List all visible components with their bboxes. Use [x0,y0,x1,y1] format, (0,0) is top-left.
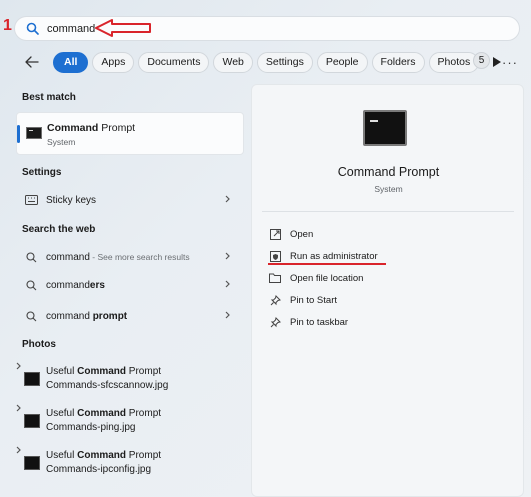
keyboard-icon [24,193,38,207]
chevron-right-icon [222,193,232,205]
filter-chip-apps[interactable]: Apps [92,51,135,73]
best-match-item[interactable]: Command Prompt System [16,112,244,155]
settings-item-sticky-keys[interactable]: Sticky keys [16,189,244,211]
filter-chip-all[interactable]: All [53,51,89,73]
action-open[interactable]: Open [268,225,313,243]
photo-result[interactable]: Useful Command Prompt Commands-ipconfig.j… [16,446,244,480]
filter-chip-documents[interactable]: Documents [138,51,210,73]
result-count-badge[interactable]: 5 [473,52,490,69]
photo-result-text: Useful Command Prompt Commands-ping.jpg [46,408,162,433]
annotation-underline [268,263,386,265]
action-pin-to-start[interactable]: Pin to Start [268,291,337,309]
image-thumbnail-icon [24,372,40,386]
search-box[interactable] [14,16,520,41]
action-label: Run as administrator [290,250,378,262]
back-arrow-icon[interactable] [19,50,45,74]
chevron-right-icon [222,250,232,262]
chevron-right-icon [16,404,21,415]
photo-result-text: Useful Command Prompt Commands-ipconfig.j… [46,450,162,475]
search-icon [24,309,38,323]
photo-result[interactable]: Useful Command Prompt Commands-ping.jpg [16,404,244,438]
filter-chip-people[interactable]: People [316,51,368,73]
best-match-title: Command Prompt [47,122,136,134]
command-prompt-large-icon [363,110,407,146]
chevron-right-icon [222,309,232,321]
web-result-text: command - See more search results [46,251,190,263]
search-icon [24,278,38,292]
action-pin-to-taskbar[interactable]: Pin to taskbar [268,313,348,331]
action-open-file-location[interactable]: Open file location [268,269,363,287]
web-result-command[interactable]: command - See more search results [16,246,244,268]
web-result-command-prompt[interactable]: command prompt [16,305,244,327]
annotation-arrow-icon [95,19,151,37]
chevron-right-icon [222,278,232,290]
app-type: System [374,184,403,194]
divider [262,211,514,212]
selection-indicator [17,125,20,143]
filter-chip-photos[interactable]: Photos [428,51,480,73]
chevron-right-icon [16,362,21,373]
sticky-keys-label: Sticky keys [46,194,97,206]
open-icon [268,227,282,241]
search-web-heading: Search the web [22,224,96,235]
filter-chip-web[interactable]: Web [213,51,253,73]
photo-result-text: Useful Command Prompt Commands-sfcscannow… [46,366,169,391]
photos-heading: Photos [22,339,56,350]
action-label: Open [290,228,314,240]
web-result-commanders[interactable]: commanders [16,274,244,296]
step-1-label: 1 [3,17,12,34]
shield-icon [268,249,282,263]
photo-result[interactable]: Useful Command Prompt Commands-sfcscannow… [16,362,244,396]
best-match-heading: Best match [22,92,76,103]
chevron-right-icon [16,446,21,457]
search-icon [23,20,41,38]
pin-icon [268,315,282,329]
results-list: Best match Command Prompt System Setting… [14,84,246,497]
web-result-text: commanders [46,279,105,291]
app-title: Command Prompt [337,165,440,179]
more-options-icon[interactable]: ··· [502,55,518,70]
filter-bar: All Apps Documents Web Settings People F… [14,50,524,74]
pin-icon [268,293,282,307]
best-match-type: System [47,137,76,147]
settings-heading: Settings [22,167,62,178]
command-prompt-icon [26,127,42,139]
search-icon [24,250,38,264]
filter-chip-settings[interactable]: Settings [256,51,313,73]
image-thumbnail-icon [24,414,40,428]
action-label: Open file location [290,272,364,284]
action-label: Pin to Start [290,294,337,306]
preview-pane: Command Prompt System Open Run as admini… [251,84,524,497]
image-thumbnail-icon [24,456,40,470]
folder-icon [268,271,282,285]
filter-chip-folders[interactable]: Folders [371,51,425,73]
web-result-text: command prompt [46,310,128,322]
action-label: Pin to taskbar [290,316,349,328]
